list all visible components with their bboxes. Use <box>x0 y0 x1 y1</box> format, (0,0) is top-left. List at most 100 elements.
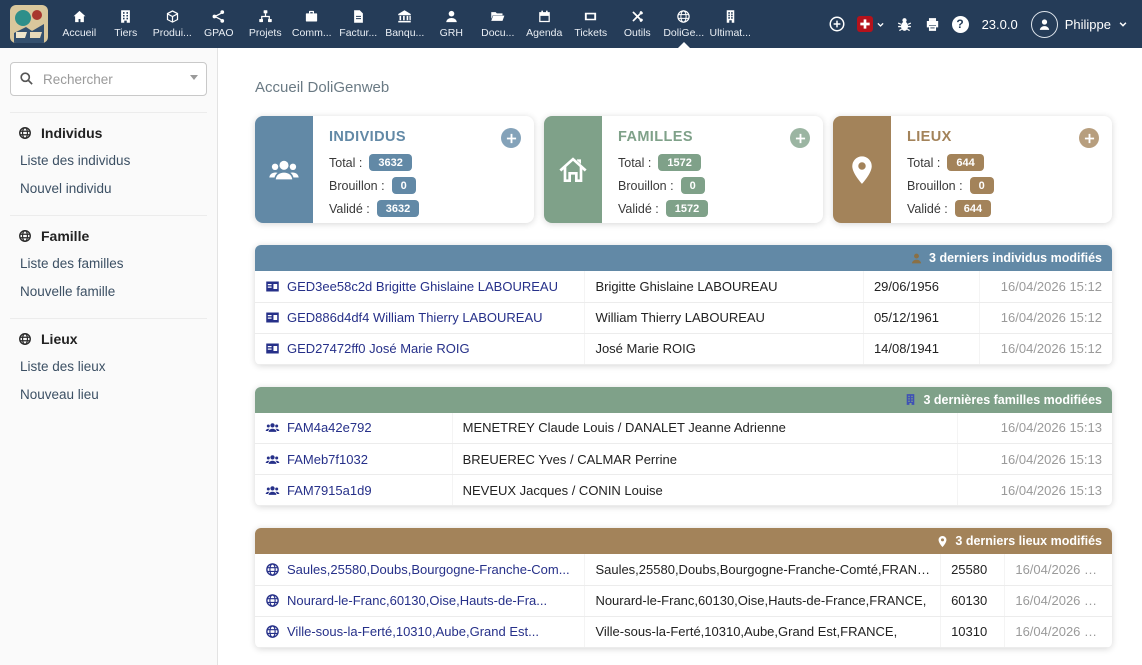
table-row: FAMeb7f1032 BREUEREC Yves / CALMAR Perri… <box>255 444 1112 475</box>
sidebar-item-liste-lieux[interactable]: Liste des lieux <box>20 359 199 374</box>
users-icon <box>265 452 280 467</box>
menu-agenda[interactable]: Agenda <box>521 0 568 48</box>
card-icon-block <box>544 116 602 223</box>
famille-link[interactable]: FAMeb7f1032 <box>287 452 368 467</box>
stat-label: Brouillon : <box>329 179 385 193</box>
tools-icon <box>630 9 645 24</box>
print-button[interactable] <box>924 16 941 33</box>
language-selector[interactable] <box>857 16 885 32</box>
stat-draft: Brouillon : 0 <box>329 177 518 194</box>
lieu-link[interactable]: Nourard-le-Franc,60130,Oise,Hauts-de-Fra… <box>287 593 547 608</box>
stat-label: Total : <box>907 156 940 170</box>
main-content: Accueil DoliGenweb INDIVIDUS Total : 363… <box>218 48 1142 665</box>
sidebar-section-famille: Famille Liste des familles Nouvelle fami… <box>10 215 207 318</box>
home-icon <box>72 9 87 24</box>
user-menu[interactable]: Philippe <box>1031 11 1128 38</box>
panel-title: 3 derniers lieux modifiés <box>955 534 1102 548</box>
lieu-link[interactable]: Saules,25580,Doubs,Bourgogne-Franche-Com… <box>287 562 570 577</box>
postal-code: 60130 <box>941 585 1005 616</box>
stat-label: Validé : <box>618 202 659 216</box>
sidebar-item-nouvelle-famille[interactable]: Nouvelle famille <box>20 284 199 299</box>
add-individu-button[interactable] <box>501 128 521 148</box>
sidebar-item-liste-individus[interactable]: Liste des individus <box>20 153 199 168</box>
id-card-icon <box>265 279 280 294</box>
menu-documents[interactable]: Docu... <box>475 0 522 48</box>
menu-facturation[interactable]: Factur... <box>335 0 382 48</box>
menu-gpao[interactable]: GPAO <box>196 0 243 48</box>
section-title: Famille <box>18 228 199 244</box>
home-icon <box>557 154 589 186</box>
menu-doligenweb[interactable]: DoliGe... <box>661 0 708 48</box>
search-dropdown-caret[interactable] <box>190 75 198 80</box>
quick-add-button[interactable] <box>828 15 846 33</box>
active-menu-caret <box>678 42 690 48</box>
stat-label: Brouillon : <box>618 179 674 193</box>
card-title: INDIVIDUS <box>329 129 518 145</box>
stat-draft: Brouillon : 0 <box>618 177 807 194</box>
menu-produits[interactable]: Produi... <box>149 0 196 48</box>
stat-label: Total : <box>329 156 362 170</box>
table-row: GED886d4df4 William Thierry LABOUREAU Wi… <box>255 302 1112 333</box>
card-individus: INDIVIDUS Total : 3632 Brouillon : 0 Val… <box>255 116 534 223</box>
stat-badge: 3632 <box>377 200 419 217</box>
stat-label: Brouillon : <box>907 179 963 193</box>
menu-tickets[interactable]: Tickets <box>568 0 615 48</box>
id-card-icon <box>265 310 280 325</box>
individu-name: William Thierry LABOUREAU <box>585 302 864 333</box>
menu-ultimat[interactable]: Ultimat... <box>707 0 754 48</box>
familles-table: FAM4a42e792 MENETREY Claude Louis / DANA… <box>255 413 1112 507</box>
section-title: Lieux <box>18 331 199 347</box>
debug-button[interactable] <box>896 16 913 33</box>
menu-label: Accueil <box>62 27 96 39</box>
menu-label: GRH <box>440 27 463 39</box>
stat-total: Total : 1572 <box>618 154 807 171</box>
add-lieu-button[interactable] <box>1079 128 1099 148</box>
search-input[interactable] <box>10 62 207 96</box>
menu-grh[interactable]: GRH <box>428 0 475 48</box>
ticket-icon <box>583 9 598 24</box>
menu-commerce[interactable]: Comm... <box>289 0 336 48</box>
app-logo[interactable] <box>10 5 48 43</box>
famille-link[interactable]: FAM7915a1d9 <box>287 483 372 498</box>
menu-projets[interactable]: Projets <box>242 0 289 48</box>
famille-link[interactable]: FAM4a42e792 <box>287 420 372 435</box>
sidebar-item-liste-familles[interactable]: Liste des familles <box>20 256 199 271</box>
add-famille-button[interactable] <box>790 128 810 148</box>
lieu-link[interactable]: Ville-sous-la-Ferté,10310,Aube,Grand Est… <box>287 624 539 639</box>
project-network-icon <box>258 9 273 24</box>
individu-link[interactable]: GED3ee58c2d Brigitte Ghislaine LABOUREAU <box>287 279 558 294</box>
sidebar-item-nouvel-individu[interactable]: Nouvel individu <box>20 181 199 196</box>
sidebar-section-individus: Individus Liste des individus Nouvel ind… <box>10 112 207 215</box>
modified-date: 16/04/2026 15:13 <box>1005 585 1112 616</box>
briefcase-icon <box>304 9 319 24</box>
globe-icon <box>18 126 32 140</box>
panel-title: 3 dernières familles modifiées <box>923 393 1102 407</box>
plus-icon <box>506 133 517 144</box>
stat-label: Validé : <box>907 202 948 216</box>
individu-link[interactable]: GED27472ff0 José Marie ROIG <box>287 341 470 356</box>
menu-label: GPAO <box>204 27 234 39</box>
help-button[interactable]: ? <box>952 16 969 33</box>
menu-label: Outils <box>624 27 651 39</box>
menu-label: DoliGe... <box>663 27 704 39</box>
menu-label: Banqu... <box>385 27 424 39</box>
menu-outils[interactable]: Outils <box>614 0 661 48</box>
menu-accueil[interactable]: Accueil <box>56 0 103 48</box>
avatar <box>1031 11 1058 38</box>
menu-tiers[interactable]: Tiers <box>103 0 150 48</box>
stat-draft: Brouillon : 0 <box>907 177 1096 194</box>
swiss-flag-icon <box>857 16 873 32</box>
menu-banques[interactable]: Banqu... <box>382 0 429 48</box>
menu-label: Comm... <box>292 27 332 39</box>
panel-header: 3 derniers lieux modifiés <box>255 528 1112 554</box>
famille-couple: MENETREY Claude Louis / DANALET Jeanne A… <box>452 413 958 444</box>
user-name: Philippe <box>1065 17 1111 32</box>
individu-link[interactable]: GED886d4df4 William Thierry LABOUREAU <box>287 310 543 325</box>
id-card-icon <box>265 341 280 356</box>
user-icon <box>444 9 459 24</box>
sidebar-item-nouveau-lieu[interactable]: Nouveau lieu <box>20 387 199 402</box>
person-icon <box>1037 17 1052 32</box>
modified-date: 16/04/2026 15:13 <box>958 413 1112 444</box>
modified-date: 16/04/2026 15:12 <box>979 333 1112 364</box>
chevron-down-icon <box>1118 19 1128 29</box>
